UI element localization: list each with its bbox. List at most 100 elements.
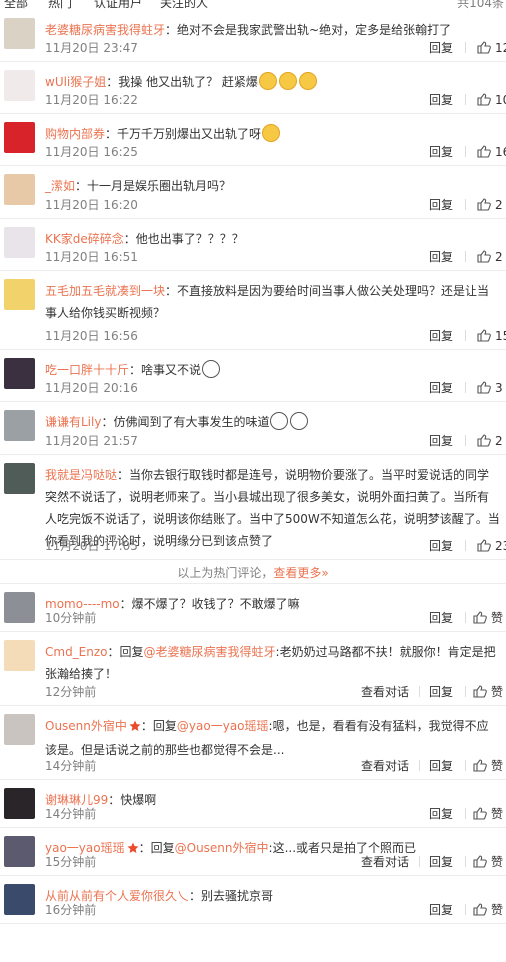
- username-link[interactable]: _潆如: [45, 179, 75, 193]
- mention-link[interactable]: @老婆糖尿病害我得蛀牙: [144, 645, 276, 659]
- comment-body: 老婆糖尿病害我得蛀牙：绝对不会是我家武警出轨~绝对，定多是给张翰打了: [45, 19, 500, 41]
- reply-button[interactable]: 回复: [429, 538, 453, 554]
- divider: [465, 330, 466, 341]
- hot-comments-footer: 以上为热门评论，查看更多»: [0, 560, 506, 584]
- like-button[interactable]: 赞: [473, 684, 503, 700]
- avatar-image: [4, 714, 35, 745]
- avatar[interactable]: [4, 592, 35, 623]
- like-button[interactable]: 3: [477, 380, 503, 396]
- username-link[interactable]: 谢琳琳儿99: [45, 793, 108, 807]
- avatar[interactable]: [4, 358, 35, 389]
- reply-button[interactable]: 回复: [429, 902, 453, 918]
- mention-link[interactable]: @yao一yao瑶瑶: [177, 719, 269, 733]
- like-button[interactable]: 10: [477, 92, 506, 108]
- like-button[interactable]: 2: [477, 249, 503, 265]
- like-button[interactable]: 赞: [473, 806, 503, 822]
- reply-button[interactable]: 回复: [429, 684, 453, 700]
- tab-hot[interactable]: 热门: [48, 0, 72, 9]
- reply-button[interactable]: 回复: [429, 806, 453, 822]
- comment-item: 谢琳琳儿99：快爆啊 14分钟前 回复 赞: [0, 780, 506, 828]
- reply-button[interactable]: 回复: [429, 433, 453, 449]
- thumb-up-icon: [473, 855, 491, 869]
- username-link[interactable]: 我就是冯哒哒: [45, 468, 117, 482]
- comment-body: 购物内部券：千万千万别爆出又出轨了呀: [45, 123, 500, 145]
- username-link[interactable]: 五毛加五毛就凑到一块: [45, 284, 165, 298]
- username-link[interactable]: 吃一口胖十十斤: [45, 363, 129, 377]
- avatar[interactable]: [4, 463, 35, 494]
- comment-meta: 11月20日 16:25 回复 16: [45, 144, 506, 160]
- reply-button[interactable]: 回复: [429, 610, 453, 626]
- hot-comment-item: 购物内部券：千万千万别爆出又出轨了呀11月20日 16:25回复16: [0, 114, 506, 166]
- tab-following[interactable]: 关注的人: [160, 0, 208, 9]
- view-conversation-button[interactable]: 查看对话: [361, 684, 409, 700]
- mention-link[interactable]: @Ousenn外宿中: [175, 841, 269, 855]
- username-link[interactable]: Cmd_Enzo: [45, 645, 108, 659]
- like-label: 赞: [491, 807, 504, 821]
- username-link[interactable]: Ousenn外宿中: [45, 719, 127, 733]
- like-button[interactable]: 15: [477, 328, 506, 344]
- tab-verified[interactable]: 认证用户: [94, 0, 142, 9]
- like-button[interactable]: 赞: [473, 758, 503, 774]
- like-button[interactable]: 16: [477, 144, 506, 160]
- avatar[interactable]: [4, 227, 35, 258]
- avatar[interactable]: [4, 18, 35, 49]
- like-button[interactable]: 赞: [473, 610, 503, 626]
- thumb-up-icon: [477, 93, 495, 107]
- comment-text: ：爆不爆了？收钱了？不敢爆了嘛: [119, 597, 300, 611]
- comment-time: 11月20日 17:05: [45, 539, 138, 553]
- like-button[interactable]: 2: [477, 197, 503, 213]
- username-link[interactable]: 从前从前有个人爱你很久乀: [45, 889, 189, 903]
- comment-time: 14分钟前: [45, 807, 97, 821]
- view-more-link[interactable]: 查看更多»: [273, 566, 328, 580]
- avatar[interactable]: [4, 410, 35, 441]
- reply-button[interactable]: 回复: [429, 380, 453, 396]
- comment-meta: 15分钟前 查看对话 回复 赞: [45, 854, 506, 870]
- comment-time: 10分钟前: [45, 611, 97, 625]
- comment-body: wUli猴子姐：我操 他又出轨了？ 赶紧爆: [45, 71, 500, 93]
- like-button[interactable]: 赞: [473, 902, 503, 918]
- like-button[interactable]: 12: [477, 40, 506, 56]
- view-conversation-button[interactable]: 查看对话: [361, 758, 409, 774]
- reply-button[interactable]: 回复: [429, 249, 453, 265]
- username-link[interactable]: 老婆糖尿病害我得蛀牙: [45, 23, 165, 37]
- avatar[interactable]: [4, 640, 35, 671]
- comment-meta: 11月20日 21:57 回复 2: [45, 433, 506, 449]
- reply-button[interactable]: 回复: [429, 144, 453, 160]
- avatar[interactable]: [4, 279, 35, 310]
- avatar[interactable]: [4, 836, 35, 867]
- emoji-icon: [278, 72, 297, 90]
- username-link[interactable]: momo----mo: [45, 597, 120, 611]
- avatar-image: [4, 884, 35, 915]
- hot-comment-item: KK家de碎碎念：他也出事了？？？？ 11月20日 16:51 回复 2: [0, 219, 506, 271]
- avatar[interactable]: [4, 174, 35, 205]
- reply-button[interactable]: 回复: [429, 197, 453, 213]
- username-link[interactable]: 谦谦有Lily: [45, 415, 101, 429]
- avatar[interactable]: [4, 122, 35, 153]
- username-link[interactable]: 购物内部券: [45, 127, 105, 141]
- emoji-icon: [270, 412, 289, 430]
- avatar[interactable]: [4, 788, 35, 819]
- reply-button[interactable]: 回复: [429, 758, 453, 774]
- reply-button[interactable]: 回复: [429, 854, 453, 870]
- comment-meta: 10分钟前 回复 赞: [45, 610, 506, 626]
- comment-time: 12分钟前: [45, 685, 97, 699]
- view-conversation-button[interactable]: 查看对话: [361, 854, 409, 870]
- username-link[interactable]: wUli猴子姐: [45, 75, 106, 89]
- reply-button[interactable]: 回复: [429, 92, 453, 108]
- reply-button[interactable]: 回复: [429, 40, 453, 56]
- username-link[interactable]: KK家de碎碎念: [45, 232, 124, 246]
- avatar[interactable]: [4, 884, 35, 915]
- comment-meta: 16分钟前 回复 赞: [45, 902, 506, 918]
- emoji-icon: [258, 72, 277, 90]
- avatar[interactable]: [4, 714, 35, 745]
- avatar[interactable]: [4, 70, 35, 101]
- reply-button[interactable]: 回复: [429, 328, 453, 344]
- divider: [465, 146, 466, 157]
- thumb-up-icon: [473, 807, 491, 821]
- like-button[interactable]: 赞: [473, 854, 503, 870]
- like-button[interactable]: 23: [477, 538, 506, 554]
- divider: [419, 760, 420, 771]
- username-link[interactable]: yao一yao瑶瑶: [45, 841, 125, 855]
- tab-all[interactable]: 全部: [4, 0, 28, 9]
- like-button[interactable]: 2: [477, 433, 503, 449]
